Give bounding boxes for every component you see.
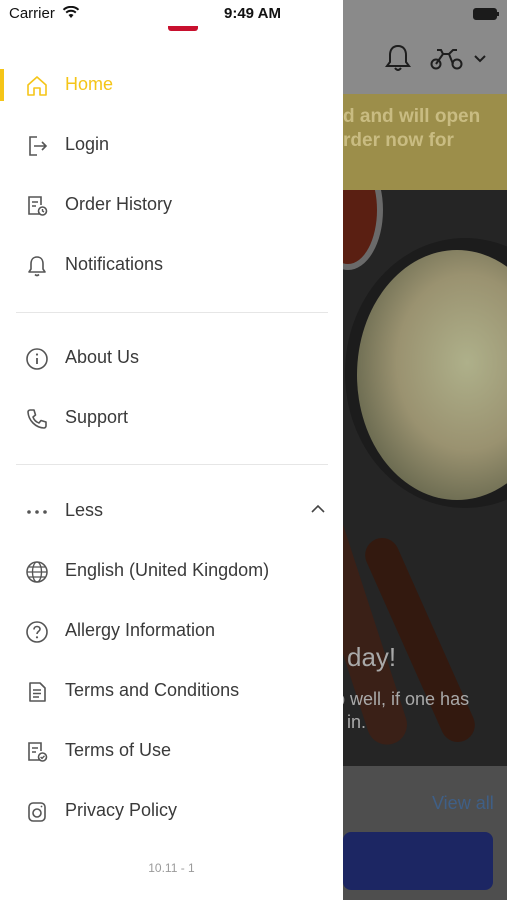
- delivery-scooter-icon[interactable]: [429, 46, 465, 70]
- home-icon: [24, 73, 50, 99]
- document-icon: [24, 679, 50, 705]
- banner-line: rder now for: [343, 130, 454, 151]
- hero-subtitle: p well, if one has in.: [343, 688, 469, 734]
- menu-item-label: English (United Kingdom): [65, 560, 270, 580]
- menu-item-label: Order History: [65, 194, 173, 214]
- menu-item-about-us[interactable]: About Us: [0, 334, 343, 382]
- phone-icon: [24, 406, 50, 432]
- login-icon: [24, 133, 50, 159]
- globe-icon: [24, 559, 50, 585]
- bell-icon[interactable]: [385, 43, 411, 73]
- app-version: 10.11 - 1: [148, 861, 195, 875]
- menu-item-support[interactable]: Support: [0, 394, 343, 442]
- battery-icon: [473, 8, 499, 20]
- menu-item-label: Allergy Information: [65, 620, 216, 640]
- menu-item-privacy-policy[interactable]: Privacy Policy: [0, 787, 343, 835]
- bell-icon: [24, 253, 50, 279]
- menu-item-label: Terms of Use: [65, 740, 172, 760]
- order-history-icon: [24, 193, 50, 219]
- primary-action-button[interactable]: [343, 832, 493, 890]
- banner-line: d and will open: [343, 106, 481, 127]
- privacy-icon: [24, 799, 50, 825]
- menu-item-label: Less: [65, 500, 104, 520]
- menu-item-allergy-information[interactable]: Allergy Information: [0, 607, 343, 655]
- sauce-bowl-image: [343, 190, 383, 270]
- menu-item-language[interactable]: English (United Kingdom): [0, 547, 343, 595]
- chevron-up-icon: [311, 504, 325, 513]
- menu-item-label: Terms and Conditions: [65, 680, 240, 700]
- carrier-label: Carrier: [9, 5, 55, 22]
- hero-title: day!: [347, 642, 397, 672]
- menu-item-label: About Us: [65, 347, 140, 367]
- menu-item-label: Login: [65, 134, 110, 154]
- divider: [16, 464, 328, 465]
- info-icon: [24, 346, 50, 372]
- more-dots-icon: [24, 499, 50, 525]
- menu-item-terms-and-conditions[interactable]: Terms and Conditions: [0, 667, 343, 715]
- navigation-drawer: Carrier 9:49 AM Home Login Order History…: [0, 0, 343, 900]
- flag-icon: [168, 26, 198, 31]
- chevron-down-icon[interactable]: [473, 54, 487, 64]
- menu-item-label: Home: [65, 74, 114, 94]
- hero-subtitle-line: p well, if one has: [343, 689, 470, 709]
- status-time: 9:49 AM: [224, 5, 281, 22]
- menu-item-less-toggle[interactable]: Less: [0, 487, 343, 535]
- menu-item-label: Support: [65, 407, 129, 427]
- menu-item-label: Privacy Policy: [65, 800, 178, 820]
- background-bottom-section: View all: [343, 766, 507, 900]
- wifi-icon: [62, 6, 80, 18]
- view-all-link[interactable]: View all: [432, 793, 494, 814]
- menu-item-terms-of-use[interactable]: Terms of Use: [0, 727, 343, 775]
- question-circle-icon: [24, 619, 50, 645]
- hero-image[interactable]: day! p well, if one has in.: [343, 190, 507, 766]
- document-check-icon: [24, 739, 50, 765]
- background-app-overlay[interactable]: d and will open rder now for day! p well…: [343, 0, 507, 900]
- hero-subtitle-line: in.: [347, 712, 367, 732]
- menu-item-notifications[interactable]: Notifications: [0, 241, 343, 289]
- menu-item-home[interactable]: Home: [0, 61, 343, 109]
- background-header: [343, 0, 507, 94]
- menu-item-login[interactable]: Login: [0, 121, 343, 169]
- menu-item-order-history[interactable]: Order History: [0, 181, 343, 229]
- divider: [16, 312, 328, 313]
- store-closed-banner: d and will open rder now for: [343, 94, 507, 190]
- menu-item-label: Notifications: [65, 254, 164, 274]
